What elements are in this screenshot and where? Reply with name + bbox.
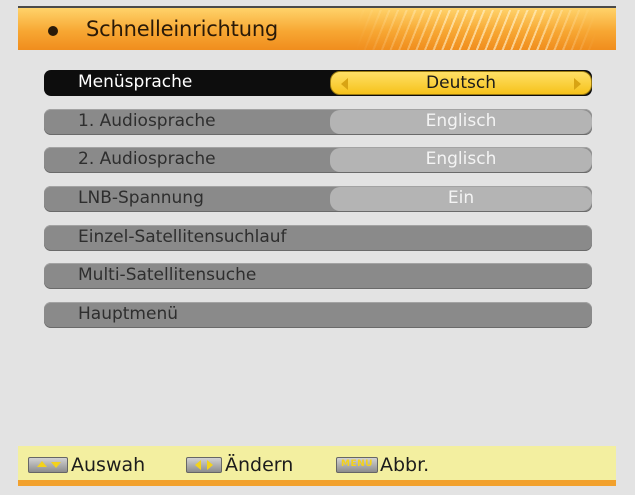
value-selector[interactable]: Englisch [330, 110, 592, 134]
menu-item-label: Menüsprache [78, 72, 193, 92]
key-hint-bar: Auswah Ändern MENU Abbr. [18, 446, 616, 486]
setup-screen: Schnelleinrichtung Menüsprache Deutsch 1… [0, 0, 635, 495]
menu-item-lnb-voltage[interactable]: LNB-Spannung Ein [44, 186, 592, 212]
select-hint: Auswah [71, 454, 146, 476]
value-selector[interactable]: Ein [330, 187, 592, 211]
up-down-key-icon [28, 457, 68, 473]
menu-item-label: 1. Audiosprache [78, 111, 216, 131]
header-stripe-decoration [356, 10, 596, 50]
menu-item-audio-language-1[interactable]: 1. Audiosprache Englisch [44, 109, 592, 135]
value-selector[interactable]: Englisch [330, 148, 592, 172]
cancel-hint: Abbr. [380, 454, 430, 476]
menu-item-label: Multi-Satellitensuche [78, 265, 257, 285]
bullet-icon [48, 26, 58, 36]
menu-item-audio-language-2[interactable]: 2. Audiosprache Englisch [44, 147, 592, 173]
arrow-right-icon[interactable] [574, 78, 581, 90]
page-title: Schnelleinrichtung [86, 17, 279, 41]
menu-item-multi-satellite-scan[interactable]: Multi-Satellitensuche [44, 263, 592, 289]
menu-item-label: 2. Audiosprache [78, 149, 216, 169]
menu-item-value: Englisch [425, 111, 497, 131]
menu-item-value: Deutsch [426, 73, 496, 93]
menu-item-label: Einzel-Satellitensuchlauf [78, 227, 287, 247]
menu-item-value: Ein [447, 188, 475, 208]
menu-item-label: Hauptmenü [78, 304, 178, 324]
menu-item-label: LNB-Spannung [78, 188, 204, 208]
value-selector[interactable]: Deutsch [330, 71, 592, 95]
header-bar: Schnelleinrichtung [18, 6, 616, 50]
change-hint: Ändern [225, 454, 294, 476]
menu-item-single-satellite-scan[interactable]: Einzel-Satellitensuchlauf [44, 225, 592, 251]
menu-item-main-menu[interactable]: Hauptmenü [44, 302, 592, 328]
menu-item-value: Englisch [425, 149, 497, 169]
menu-item-menu-language[interactable]: Menüsprache Deutsch [44, 70, 592, 96]
menu-key-icon: MENU [336, 457, 378, 473]
left-right-key-icon [186, 457, 222, 473]
